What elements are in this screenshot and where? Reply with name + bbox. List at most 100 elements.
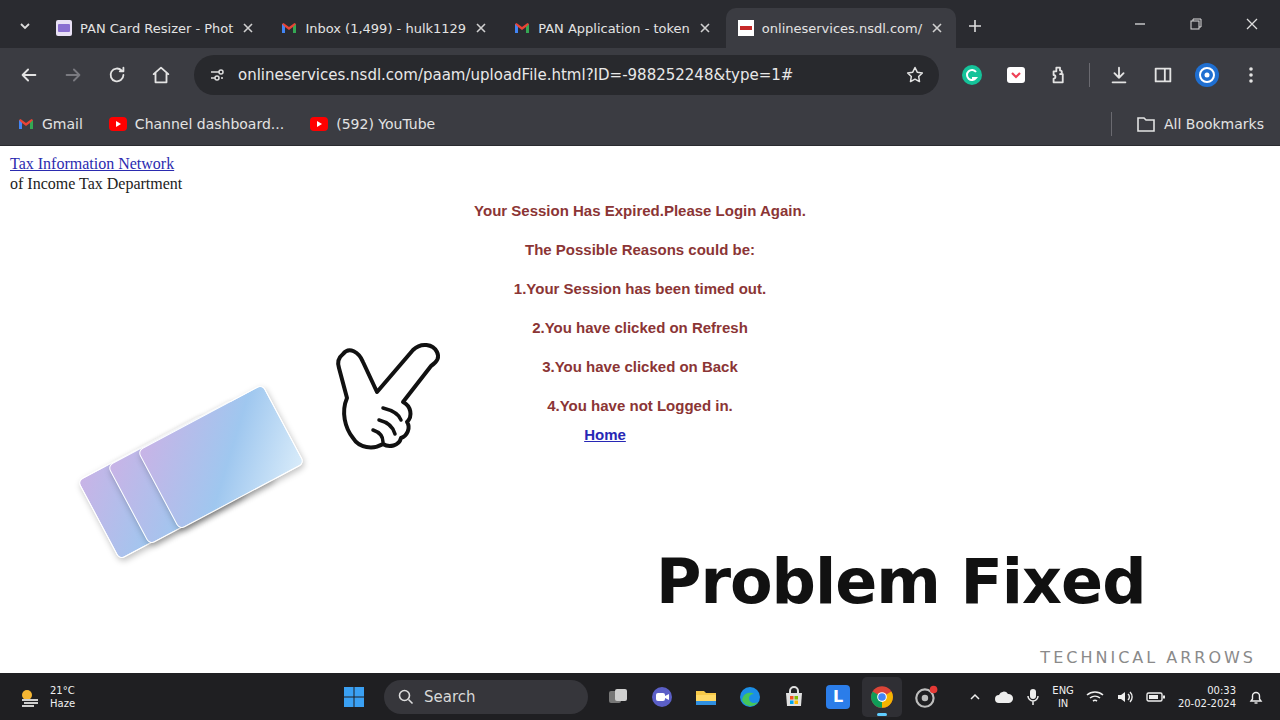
taskbar-app[interactable] <box>906 677 946 717</box>
reason-item: 3.You have clicked on Back <box>542 357 738 376</box>
tab-label: PAN Card Resizer - Phot <box>80 21 233 36</box>
reload-button[interactable] <box>98 56 136 94</box>
tab-label: Inbox (1,499) - hulk1129 <box>305 21 466 36</box>
close-icon <box>1245 17 1259 31</box>
cloud-icon[interactable] <box>994 690 1014 704</box>
gmail-icon <box>514 20 530 36</box>
battery-icon[interactable] <box>1146 690 1166 704</box>
restore-icon <box>1189 17 1203 31</box>
volume-icon[interactable] <box>1116 689 1134 705</box>
minimize-button[interactable] <box>1112 4 1168 44</box>
taskbar-app[interactable] <box>598 677 638 717</box>
pan-cards-photo <box>80 382 306 546</box>
bookmark[interactable]: (592) YouTube <box>304 112 441 136</box>
nsdl-favicon-icon <box>738 20 754 36</box>
search-icon <box>398 689 414 705</box>
profile-icon <box>1194 62 1220 88</box>
taskbar-app[interactable] <box>642 677 682 717</box>
reason-item: 4.You have not Logged in. <box>547 396 733 415</box>
active-indicator <box>877 713 887 716</box>
reason-item: 1.Your Session has been timed out. <box>514 279 766 298</box>
taskbar-app[interactable]: L <box>818 677 858 717</box>
site-settings-icon <box>208 66 226 84</box>
language-indicator[interactable]: ENGIN <box>1052 684 1074 710</box>
browser-tab[interactable]: Inbox (1,499) - hulk1129 <box>269 8 500 48</box>
download-button[interactable] <box>1100 56 1138 94</box>
header-link[interactable]: Tax Information Network <box>10 154 1270 174</box>
chevron-up-icon[interactable] <box>968 690 982 704</box>
forward-button[interactable] <box>54 56 92 94</box>
windows-icon <box>343 686 365 708</box>
close-tab-icon[interactable] <box>474 21 488 35</box>
reasons-heading: The Possible Reasons could be: <box>525 240 755 259</box>
chevron-down-icon <box>17 18 33 34</box>
session-message: Your Session Has Expired.Please Login Ag… <box>10 201 1270 444</box>
message-title: Your Session Has Expired.Please Login Ag… <box>474 201 806 220</box>
grammarly-icon <box>961 64 983 86</box>
microphone-icon[interactable] <box>1026 688 1040 706</box>
star-icon[interactable] <box>905 65 925 85</box>
browser-tab[interactable]: PAN Application - token <box>502 8 724 48</box>
bookmarks-bar: Gmail Channel dashboard... (592) YouTube Al… <box>0 102 1280 146</box>
bookmark[interactable]: Channel dashboard... <box>103 112 290 136</box>
tab-label: onlineservices.nsdl.com/ <box>762 21 922 36</box>
extensions-button[interactable] <box>1041 56 1079 94</box>
back-button[interactable] <box>10 56 48 94</box>
pocket-button[interactable] <box>997 56 1035 94</box>
watermark: TECHNICAL ARROWS <box>1040 648 1256 667</box>
taskbar-app[interactable] <box>730 677 770 717</box>
grammarly-button[interactable] <box>953 56 991 94</box>
task-view-icon <box>606 685 630 709</box>
home-icon <box>150 64 172 86</box>
all-bookmarks[interactable]: All Bookmarks <box>1130 111 1270 137</box>
window-controls <box>1112 0 1280 48</box>
weather-widget[interactable]: 21°CHaze <box>8 684 334 710</box>
menu-button[interactable] <box>1232 56 1270 94</box>
notification-bell-icon[interactable] <box>1248 689 1264 705</box>
download-icon <box>1108 64 1130 86</box>
back-icon <box>18 64 40 86</box>
toolbar: onlineservices.nsdl.com/paam/uploadFile.… <box>0 48 1280 102</box>
meet-icon <box>650 685 674 709</box>
reload-icon <box>106 64 128 86</box>
weather-icon <box>18 686 42 708</box>
close-window-button[interactable] <box>1224 4 1280 44</box>
app-tile-icon: L <box>826 685 850 709</box>
close-tab-icon[interactable] <box>698 21 712 35</box>
taskbar-app[interactable] <box>774 677 814 717</box>
pocket-icon <box>1006 65 1026 85</box>
file-explorer-icon <box>694 685 718 709</box>
browser-window: PAN Card Resizer - Phot Inbox (1,499) - h… <box>0 0 1280 720</box>
new-tab-button[interactable] <box>958 6 992 46</box>
taskbar-app[interactable] <box>686 677 726 717</box>
folder-icon <box>1136 115 1156 133</box>
forward-icon <box>62 64 84 86</box>
close-tab-icon[interactable] <box>930 21 944 35</box>
clock[interactable]: 00:3320-02-2024 <box>1178 684 1236 710</box>
system-tray: ENGIN 00:3320-02-2024 <box>946 684 1272 710</box>
reason-item: 2.You have clicked on Refresh <box>532 318 748 337</box>
browser-tab[interactable]: onlineservices.nsdl.com/ <box>726 8 956 48</box>
taskbar-app[interactable] <box>862 677 902 717</box>
taskbar-search[interactable]: Search <box>384 680 588 714</box>
wifi-icon[interactable] <box>1086 689 1104 705</box>
edge-icon <box>738 685 762 709</box>
profile-button[interactable] <box>1188 56 1226 94</box>
bookmarks-divider <box>1111 112 1112 136</box>
home-button[interactable] <box>142 56 180 94</box>
gmail-icon <box>281 20 297 36</box>
address-bar[interactable]: onlineservices.nsdl.com/paam/uploadFile.… <box>194 55 939 95</box>
header-subtitle: of Income Tax Department <box>10 174 1270 194</box>
bookmark[interactable]: Gmail <box>12 112 89 136</box>
restore-button[interactable] <box>1168 4 1224 44</box>
tab-search-button[interactable] <box>8 6 42 46</box>
taskbar: 21°CHaze Search L ENGIN 00:3320-02-2024 <box>0 673 1280 720</box>
more-icon <box>1241 65 1261 85</box>
extensions-icon <box>1049 64 1071 86</box>
browser-tab[interactable]: PAN Card Resizer - Phot <box>44 8 267 48</box>
close-tab-icon[interactable] <box>241 21 255 35</box>
home-link[interactable]: Home <box>584 425 626 444</box>
start-button[interactable] <box>334 677 374 717</box>
side-panel-button[interactable] <box>1144 56 1182 94</box>
youtube-icon <box>310 117 328 131</box>
